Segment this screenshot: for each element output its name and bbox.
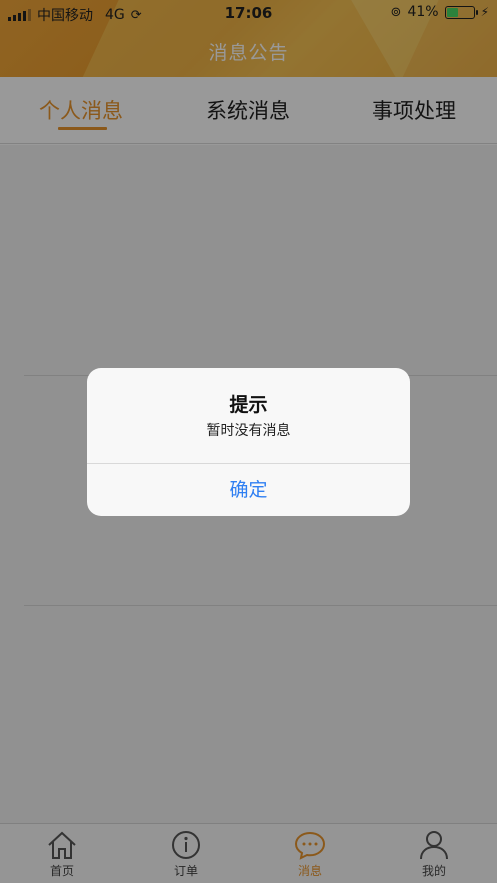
dialog-title: 提示 xyxy=(229,394,268,416)
alert-dialog: 提示 暂时没有消息 确定 xyxy=(87,368,410,516)
dialog-message: 暂时没有消息 xyxy=(206,423,291,439)
confirm-button[interactable]: 确定 xyxy=(87,464,410,516)
